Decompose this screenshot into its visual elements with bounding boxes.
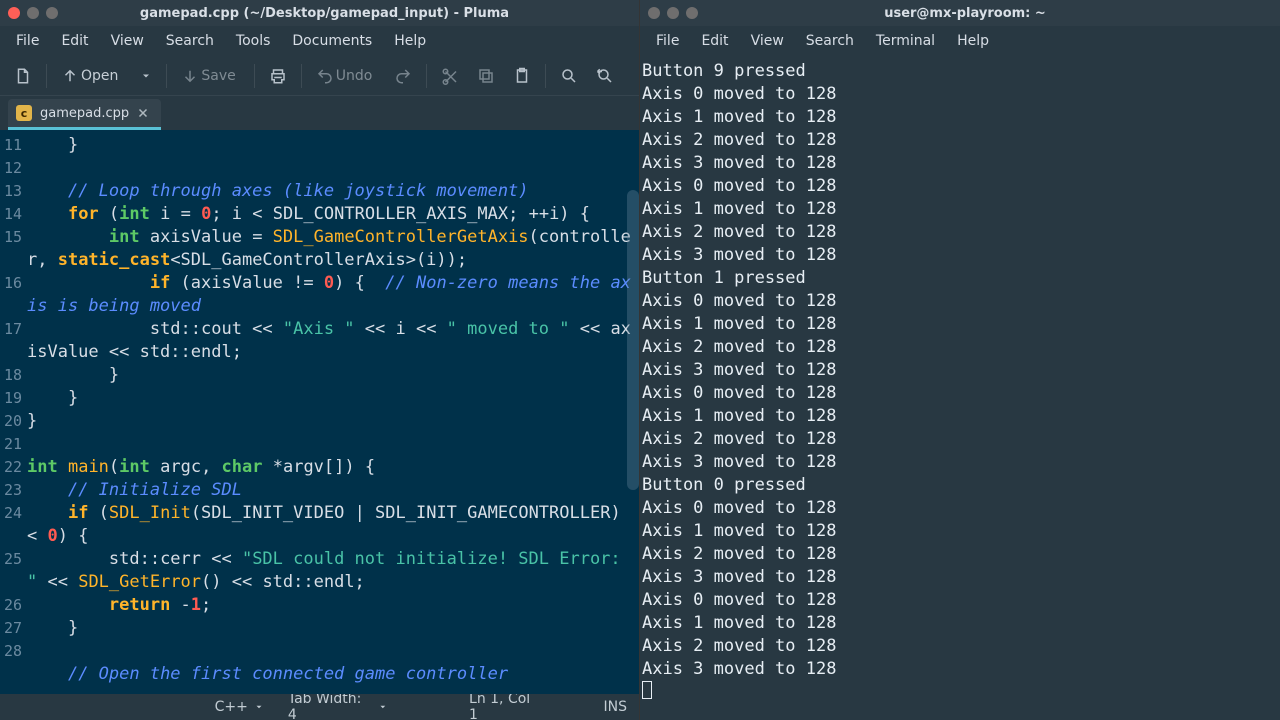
open-button[interactable]: Open bbox=[53, 61, 130, 91]
menu-file[interactable]: File bbox=[646, 29, 689, 53]
tab-label: gamepad.cpp bbox=[40, 106, 129, 121]
menu-tools[interactable]: Tools bbox=[226, 29, 281, 53]
editor-menubar: FileEditViewSearchToolsDocumentsHelp bbox=[0, 26, 639, 56]
editor-title: gamepad.cpp (~/Desktop/gamepad_input) - … bbox=[68, 6, 581, 21]
tab-gamepad-cpp[interactable]: c gamepad.cpp bbox=[8, 99, 161, 130]
terminal-window: user@mx-playroom: ~ FileEditViewSearchTe… bbox=[640, 0, 1280, 720]
tab-close-icon[interactable] bbox=[137, 107, 149, 119]
menu-help[interactable]: Help bbox=[947, 29, 999, 53]
editor-tabstrip: c gamepad.cpp bbox=[0, 96, 639, 130]
editor-toolbar: Open Save Undo bbox=[0, 56, 639, 96]
editor-titlebar: gamepad.cpp (~/Desktop/gamepad_input) - … bbox=[0, 0, 639, 26]
terminal-output[interactable]: Button 9 pressed Axis 0 moved to 128 Axi… bbox=[640, 56, 1280, 720]
code-editor[interactable]: 111213141516171819202122232425262728 } /… bbox=[0, 130, 639, 694]
window-minimize-button[interactable] bbox=[27, 7, 39, 19]
redo-button[interactable] bbox=[386, 61, 420, 91]
save-label: Save bbox=[201, 68, 235, 84]
editor-statusbar: C++ Tab Width: 4 Ln 1, Col 1 INS bbox=[0, 694, 639, 720]
window-maximize-button[interactable] bbox=[46, 7, 58, 19]
menu-view[interactable]: View bbox=[741, 29, 794, 53]
menu-documents[interactable]: Documents bbox=[282, 29, 382, 53]
new-file-button[interactable] bbox=[6, 61, 40, 91]
terminal-cursor bbox=[642, 681, 652, 699]
menu-view[interactable]: View bbox=[101, 29, 154, 53]
undo-button[interactable]: Undo bbox=[308, 61, 385, 91]
menu-edit[interactable]: Edit bbox=[691, 29, 738, 53]
save-button[interactable]: Save bbox=[173, 61, 247, 91]
menu-help[interactable]: Help bbox=[384, 29, 436, 53]
open-dropdown[interactable] bbox=[132, 64, 160, 88]
copy-button[interactable] bbox=[469, 61, 503, 91]
paste-button[interactable] bbox=[505, 61, 539, 91]
menu-search[interactable]: Search bbox=[796, 29, 864, 53]
undo-label: Undo bbox=[336, 68, 373, 84]
status-insert-mode[interactable]: INS bbox=[592, 699, 640, 715]
window-minimize-button[interactable] bbox=[667, 7, 679, 19]
cpp-file-icon: c bbox=[16, 105, 32, 121]
find-button[interactable] bbox=[552, 61, 586, 91]
status-language[interactable]: C++ bbox=[203, 699, 276, 715]
editor-window: gamepad.cpp (~/Desktop/gamepad_input) - … bbox=[0, 0, 640, 720]
status-cursor-position: Ln 1, Col 1 bbox=[457, 691, 553, 720]
window-close-button[interactable] bbox=[8, 7, 20, 19]
code-area[interactable]: } // Loop through axes (like joystick mo… bbox=[25, 130, 639, 694]
open-label: Open bbox=[81, 68, 118, 84]
find-replace-button[interactable] bbox=[588, 61, 622, 91]
window-close-button[interactable] bbox=[648, 7, 660, 19]
menu-file[interactable]: File bbox=[6, 29, 49, 53]
menu-edit[interactable]: Edit bbox=[51, 29, 98, 53]
menu-terminal[interactable]: Terminal bbox=[866, 29, 945, 53]
editor-scrollbar[interactable] bbox=[627, 190, 639, 490]
window-maximize-button[interactable] bbox=[686, 7, 698, 19]
terminal-menubar: FileEditViewSearchTerminalHelp bbox=[640, 26, 1280, 56]
terminal-titlebar: user@mx-playroom: ~ bbox=[640, 0, 1280, 26]
menu-search[interactable]: Search bbox=[156, 29, 224, 53]
terminal-title: user@mx-playroom: ~ bbox=[708, 6, 1222, 21]
line-number-gutter: 111213141516171819202122232425262728 bbox=[0, 130, 25, 694]
cut-button[interactable] bbox=[433, 61, 467, 91]
print-button[interactable] bbox=[261, 61, 295, 91]
status-tabwidth[interactable]: Tab Width: 4 bbox=[276, 691, 399, 720]
